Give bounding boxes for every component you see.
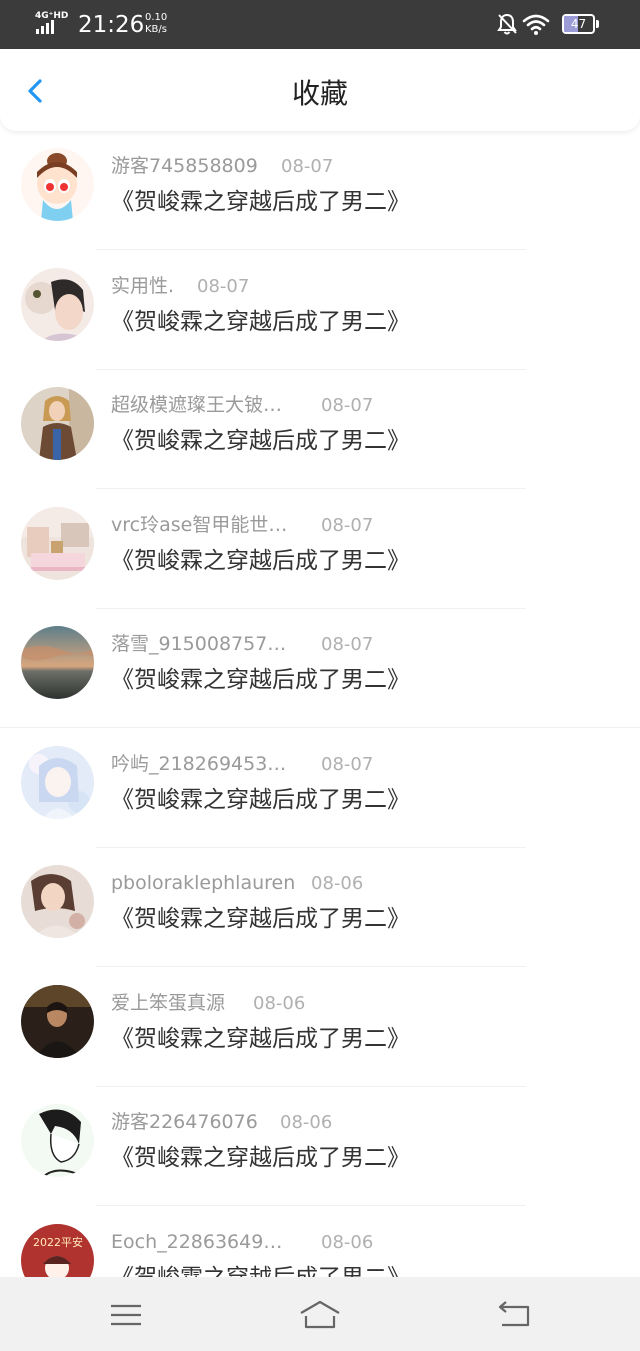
header-bar: 收藏 [0,49,640,131]
post-date: 08-07 [197,276,250,297]
username: vrc玲ase智甲能世… [111,514,288,536]
avatar[interactable] [21,268,94,341]
bottom-nav [0,1277,640,1351]
username: 爱上笨蛋真源 [111,992,226,1014]
avatar[interactable] [21,746,94,819]
divider [96,488,526,489]
post-title: 《贺峻霖之穿越后成了男二》 [111,787,410,813]
post-date: 08-06 [321,1232,374,1253]
list-item[interactable]: 超级模遮璨王大铍… 08-07 《贺峻霖之穿越后成了男二》 [0,370,640,489]
avatar[interactable] [21,387,94,460]
post-date: 08-07 [321,634,374,655]
avatar[interactable] [21,865,94,938]
avatar[interactable] [21,1104,94,1177]
post-date: 08-07 [321,515,374,536]
username: Eoch_22863649… [111,1231,283,1253]
post-date: 08-07 [321,754,374,775]
username: 游客745858809 [111,155,258,177]
post-date: 08-07 [321,395,374,416]
favorites-list[interactable]: 游客745858809 08-07 《贺峻霖之穿越后成了男二》 实用性. 08-07 《贺… [0,131,640,1277]
speed-value: 0.10 [145,12,168,23]
list-item[interactable]: 2022平安 Eoch_22863649… 08-06 《贺峻霖之穿越后成了男二》 [0,1207,640,1277]
list-item[interactable]: 游客226476076 08-06 《贺峻霖之穿越后成了男二》 [0,1087,640,1206]
username: 超级模遮璨王大铍… [111,394,283,416]
username: 游客226476076 [111,1111,258,1133]
list-item[interactable]: 落雪_915008757… 08-07 《贺峻霖之穿越后成了男二》 [0,609,640,728]
battery-level: 47 [570,17,587,31]
post-title: 《贺峻霖之穿越后成了男二》 [111,189,410,215]
wifi-icon [522,14,550,35]
list-item[interactable]: 实用性. 08-07 《贺峻霖之穿越后成了男二》 [0,251,640,370]
avatar[interactable] [21,985,94,1058]
username: 实用性. [111,275,175,297]
battery-tip [596,20,599,28]
speed-unit: KB/s [145,24,167,35]
list-item[interactable]: 游客745858809 08-07 《贺峻霖之穿越后成了男二》 [0,131,640,250]
list-item[interactable]: vrc玲ase智甲能世… 08-07 《贺峻霖之穿越后成了男二》 [0,490,640,609]
list-item[interactable]: 爱上笨蛋真源 08-06 《贺峻霖之穿越后成了男二》 [0,968,640,1087]
divider [0,727,640,728]
divider [96,966,526,967]
post-title: 《贺峻霖之穿越后成了男二》 [111,906,410,932]
network-speed: 0.10 KB/s [145,12,177,36]
home-icon[interactable] [296,1297,344,1333]
battery-icon: 47 [562,14,595,34]
list-item[interactable]: pboloraklephlauren 08-06 《贺峻霖之穿越后成了男二》 [0,848,640,967]
signal-bars [36,20,54,34]
post-date: 08-06 [280,1112,333,1133]
menu-icon[interactable] [102,1297,150,1333]
post-title: 《贺峻霖之穿越后成了男二》 [111,667,410,693]
status-bar: 4G⁺HD 21:26 0.10 KB/s 47 [0,0,640,49]
list-item[interactable]: 吟屿_218269453… 08-07 《贺峻霖之穿越后成了男二》 [0,729,640,848]
avatar[interactable] [21,507,94,580]
signal-icon: 4G⁺HD [35,11,69,35]
post-date: 08-06 [311,873,364,894]
post-title: 《贺峻霖之穿越后成了男二》 [111,1263,410,1277]
post-date: 08-07 [281,156,334,177]
avatar[interactable] [21,148,94,221]
post-date: 08-06 [253,993,306,1014]
post-title: 《贺峻霖之穿越后成了男二》 [111,428,410,454]
avatar[interactable] [21,626,94,699]
username: pboloraklephlauren [111,872,296,894]
post-title: 《贺峻霖之穿越后成了男二》 [111,548,410,574]
mute-bell-icon [497,13,517,35]
post-title: 《贺峻霖之穿越后成了男二》 [111,1145,410,1171]
back-icon[interactable] [492,1297,540,1333]
avatar[interactable]: 2022平安 [21,1224,94,1277]
status-time: 21:26 [78,12,145,38]
username: 吟屿_218269453… [111,753,287,775]
post-title: 《贺峻霖之穿越后成了男二》 [111,309,410,335]
divider [96,1205,526,1206]
username: 落雪_915008757… [111,633,287,655]
avatar-caption: 2022平安 [33,1235,83,1249]
post-title: 《贺峻霖之穿越后成了男二》 [111,1026,410,1052]
divider [96,249,526,250]
page-title: 收藏 [291,77,348,110]
